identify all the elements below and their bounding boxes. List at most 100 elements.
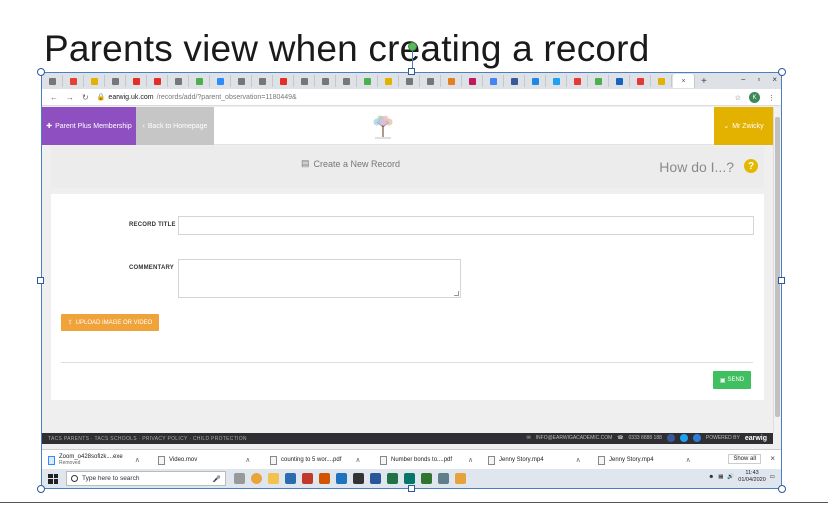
menu-dots-icon[interactable]: ⋮	[768, 94, 775, 102]
close-window-icon[interactable]: ×	[772, 75, 777, 84]
mail-app-icon[interactable]	[285, 473, 296, 484]
resize-handle[interactable]	[778, 277, 785, 284]
tab[interactable]	[442, 75, 462, 87]
resize-handle[interactable]	[408, 485, 415, 492]
chevron-up-icon[interactable]: ∧	[355, 456, 360, 464]
show-all-button[interactable]: Show all	[728, 454, 761, 464]
profile-avatar[interactable]: K	[749, 92, 760, 103]
footer-links[interactable]: TACS PARENTS · TACS SCHOOLS · PRIVACY PO…	[48, 436, 247, 442]
publisher-icon[interactable]	[404, 473, 415, 484]
tab[interactable]	[64, 75, 84, 87]
tab[interactable]	[253, 75, 273, 87]
excel-icon[interactable]	[387, 473, 398, 484]
tab[interactable]	[652, 75, 672, 87]
powerpoint-icon[interactable]	[302, 473, 313, 484]
chrome-icon[interactable]	[251, 473, 262, 484]
user-menu-button[interactable]: ⌄ Mr Zwicky	[714, 107, 773, 145]
url-field[interactable]: 🔒 earwig.uk.com/records/add/?parent_obse…	[97, 93, 297, 102]
tab[interactable]	[211, 75, 231, 87]
facebook-icon[interactable]	[666, 434, 675, 442]
download-item[interactable]: Jenny Story.mp4 ∧	[598, 452, 691, 468]
tab[interactable]	[127, 75, 147, 87]
tab[interactable]	[316, 75, 336, 87]
resize-handle[interactable]	[37, 277, 44, 284]
app-icon[interactable]	[319, 473, 330, 484]
tab-close-icon[interactable]: ×	[681, 78, 685, 85]
how-do-i-link[interactable]: How do I...?	[659, 159, 734, 175]
tab[interactable]	[169, 75, 189, 87]
notifications-icon[interactable]: ▭	[770, 474, 775, 480]
app-icon[interactable]	[438, 473, 449, 484]
chevron-up-icon[interactable]: ∧	[576, 456, 581, 464]
maximize-icon[interactable]: ▫	[757, 75, 760, 84]
tab[interactable]	[610, 75, 630, 87]
tab[interactable]	[379, 75, 399, 87]
tab[interactable]	[43, 75, 63, 87]
download-item[interactable]: Video.mov ∧	[158, 452, 250, 468]
instagram-icon[interactable]	[692, 434, 701, 442]
help-icon[interactable]: ?	[744, 159, 758, 173]
tab[interactable]	[358, 75, 378, 87]
resize-handle[interactable]	[778, 485, 786, 493]
back-to-homepage-button[interactable]: ‹ Back to Homepage	[136, 107, 214, 145]
scrollbar-thumb[interactable]	[775, 117, 780, 417]
download-item[interactable]: counting to 5 wor....pdf ∧	[270, 452, 361, 468]
page-scrollbar[interactable]	[773, 107, 781, 433]
tab[interactable]	[421, 75, 441, 87]
windows-start-icon[interactable]	[48, 473, 58, 484]
task-view-icon[interactable]	[234, 473, 245, 484]
send-button[interactable]: ▣ SEND	[713, 371, 751, 389]
tab[interactable]	[505, 75, 525, 87]
rotation-handle[interactable]	[408, 42, 417, 51]
tab[interactable]	[85, 75, 105, 87]
tab[interactable]	[568, 75, 588, 87]
tab[interactable]	[274, 75, 294, 87]
tab[interactable]	[400, 75, 420, 87]
commentary-textarea[interactable]	[178, 259, 461, 298]
chevron-up-icon[interactable]: ∧	[245, 456, 250, 464]
site-logo[interactable]	[369, 113, 397, 139]
tab[interactable]	[547, 75, 567, 87]
resize-handle[interactable]	[37, 68, 45, 76]
parent-plus-button[interactable]: ✚ Parent Plus Membership	[42, 107, 136, 145]
file-explorer-icon[interactable]	[268, 473, 279, 484]
taskbar-clock[interactable]: 11:43 01/04/2020	[738, 470, 766, 484]
project-icon[interactable]	[421, 473, 432, 484]
new-tab-icon[interactable]: +	[701, 76, 707, 87]
edge-icon[interactable]	[336, 473, 347, 484]
back-arrow-icon[interactable]: ←	[50, 93, 58, 102]
tab[interactable]	[526, 75, 546, 87]
tab[interactable]	[463, 75, 483, 87]
volume-icon[interactable]: 🔊	[727, 474, 734, 480]
tab[interactable]	[106, 75, 126, 87]
chevron-up-icon[interactable]: ∧	[135, 456, 140, 464]
microphone-icon[interactable]: 🎤	[213, 475, 221, 483]
download-item[interactable]: Zoom_o428sofizk....exe Removed ∧	[48, 452, 140, 468]
record-title-input[interactable]	[178, 216, 754, 235]
forward-arrow-icon[interactable]: →	[66, 93, 74, 102]
download-item[interactable]: Jenny Story.mp4 ∧	[488, 452, 581, 468]
chevron-up-icon[interactable]: ∧	[686, 456, 691, 464]
resize-handle[interactable]	[408, 68, 415, 75]
bookmark-star-icon[interactable]: ☆	[735, 94, 741, 102]
resize-handle[interactable]	[37, 485, 45, 493]
taskbar-search-input[interactable]: Type here to search 🎤	[66, 471, 226, 486]
tab[interactable]	[190, 75, 210, 87]
tab[interactable]	[232, 75, 252, 87]
network-icon[interactable]: ▦	[718, 474, 723, 480]
tab[interactable]	[148, 75, 168, 87]
word-icon[interactable]	[370, 473, 381, 484]
camera-icon[interactable]	[353, 473, 364, 484]
minimize-icon[interactable]: −	[741, 75, 746, 84]
app-icon[interactable]	[455, 473, 466, 484]
tab[interactable]	[337, 75, 357, 87]
tab[interactable]	[589, 75, 609, 87]
resize-grip-icon[interactable]	[454, 291, 459, 296]
tab[interactable]	[295, 75, 315, 87]
close-downloads-icon[interactable]: ×	[770, 454, 775, 463]
resize-handle[interactable]	[778, 68, 786, 76]
tab[interactable]	[631, 75, 651, 87]
chevron-up-icon[interactable]: ∧	[468, 456, 473, 464]
download-item[interactable]: Number bonds to....pdf ∧	[380, 452, 473, 468]
footer-email[interactable]: INFO@EARWIGACADEMIC.COM	[536, 435, 613, 441]
